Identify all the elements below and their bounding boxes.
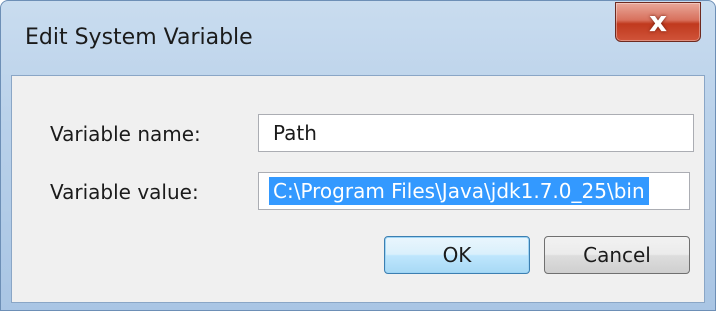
- cancel-button[interactable]: Cancel: [544, 236, 690, 274]
- variable-name-value: Path: [273, 121, 317, 145]
- variable-value-selected-text: C:\Program Files\Java\jdk1.7.0_25\bin: [269, 177, 649, 205]
- dialog-body: Variable name: Path Variable value: C:\P…: [11, 75, 705, 303]
- dialog-title: Edit System Variable: [25, 25, 253, 50]
- edit-system-variable-dialog: Edit System Variable x Variable name: Pa…: [0, 0, 716, 311]
- variable-value-input[interactable]: C:\Program Files\Java\jdk1.7.0_25\bin: [258, 172, 690, 210]
- title-bar[interactable]: Edit System Variable x: [1, 1, 715, 75]
- close-icon: x: [648, 5, 668, 38]
- variable-name-input[interactable]: Path: [258, 114, 694, 152]
- variable-name-label: Variable name:: [50, 122, 201, 146]
- ok-button[interactable]: OK: [384, 236, 530, 274]
- close-button[interactable]: x: [615, 2, 701, 42]
- variable-value-label: Variable value:: [50, 180, 199, 204]
